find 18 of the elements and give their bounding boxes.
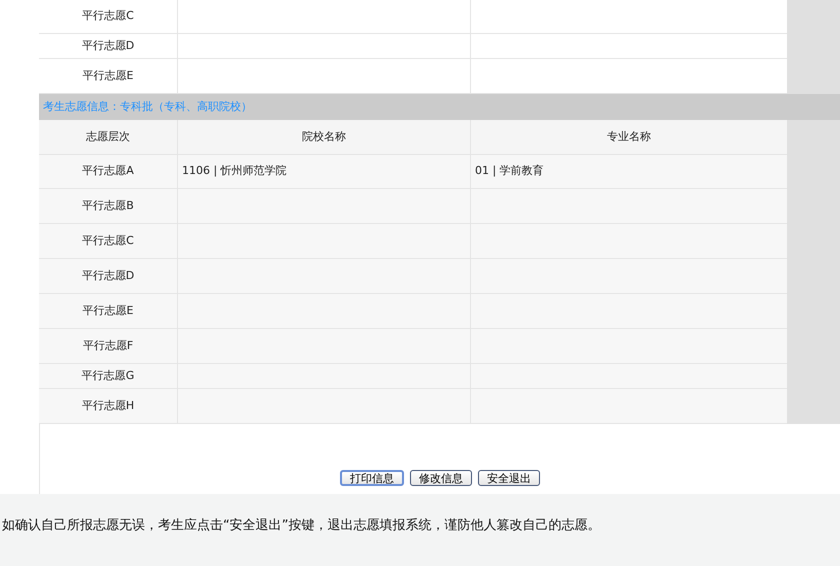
- table-cell: 专业名称: [470, 120, 787, 155]
- table-cell: 1106 | 忻州师范学院: [177, 155, 470, 189]
- form-button[interactable]: 安全退出: [478, 470, 540, 486]
- table-cell: 平行志愿F: [39, 329, 177, 364]
- table-cell: 平行志愿A: [39, 155, 177, 189]
- table-cell: 平行志愿B: [39, 189, 177, 224]
- table-cell: 01 | 学前教育: [470, 155, 787, 189]
- form-button[interactable]: 修改信息: [410, 470, 472, 486]
- table-cell: 院校名称: [177, 120, 470, 155]
- instruction-text: 如确认自己所报志愿无误，考生应点击“安全退出”按键，退出志愿填报系统，谨防他人篡改自己的志愿。: [1, 517, 600, 536]
- table-cell: 平行志愿D: [39, 259, 177, 294]
- section-header: 考生志愿信息：专科批（专科、高职院校）: [39, 94, 840, 120]
- table-cell: 平行志愿H: [39, 389, 177, 424]
- form-button[interactable]: 打印信息: [340, 470, 404, 486]
- table-cell: 平行志愿G: [39, 364, 177, 389]
- table-cell: 志愿层次: [39, 120, 177, 155]
- table-cell: 平行志愿E: [39, 294, 177, 329]
- table-cell: 平行志愿C: [39, 224, 177, 259]
